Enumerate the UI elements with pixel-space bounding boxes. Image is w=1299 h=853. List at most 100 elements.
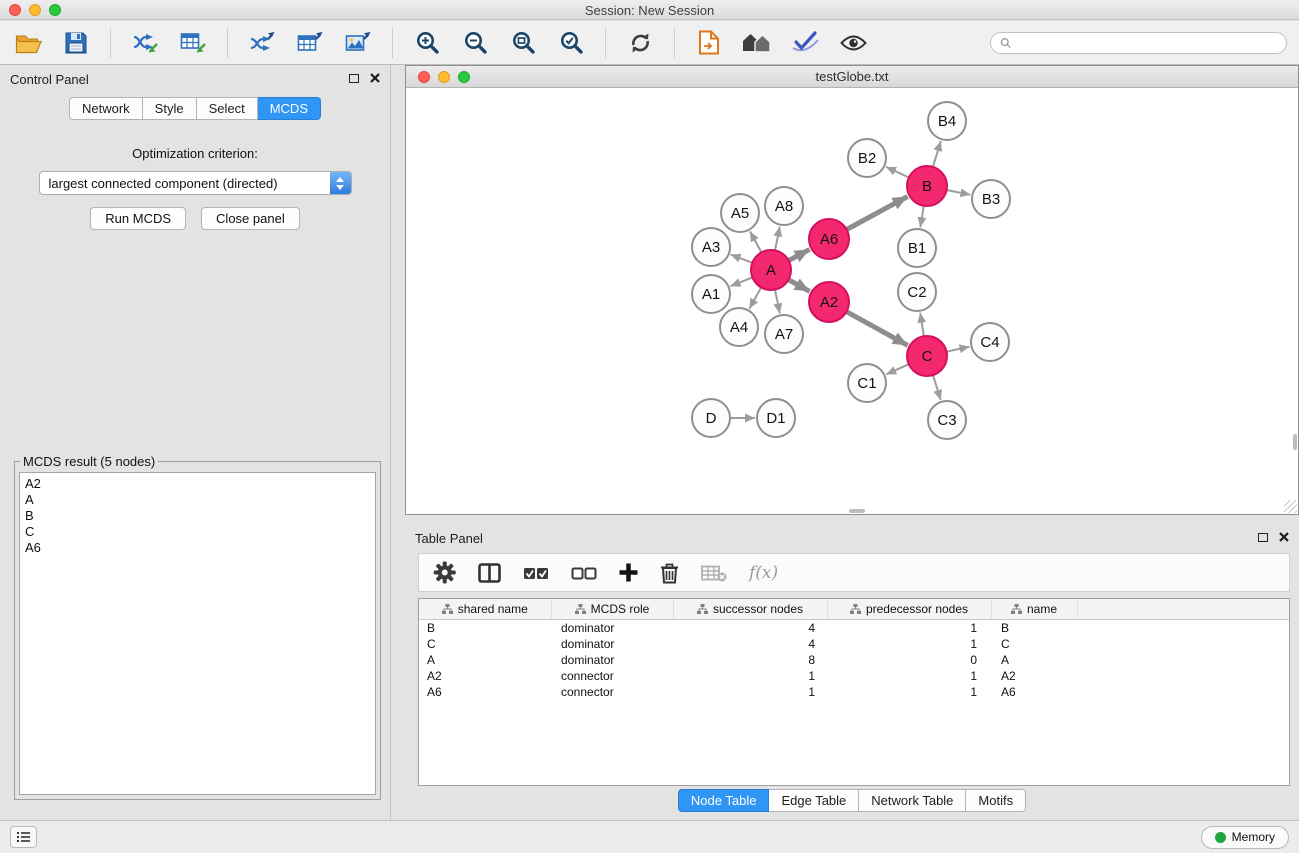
network-resize-handle[interactable] bbox=[1284, 500, 1297, 513]
table-row[interactable]: Bdominator41B bbox=[419, 619, 1289, 636]
tab-node-table[interactable]: Node Table bbox=[678, 789, 770, 812]
column-header-mcds-role[interactable]: MCDS role bbox=[551, 599, 673, 619]
mcds-result-item[interactable]: C bbox=[25, 524, 370, 540]
apply-check-button[interactable] bbox=[789, 26, 821, 60]
table-cell[interactable]: connector bbox=[551, 668, 673, 684]
network-edge-A-A6[interactable] bbox=[789, 249, 810, 260]
tab-motifs[interactable]: Motifs bbox=[966, 789, 1026, 812]
memory-button[interactable]: Memory bbox=[1201, 826, 1289, 849]
export-image-button[interactable] bbox=[342, 26, 374, 60]
mcds-result-item[interactable]: A2 bbox=[25, 476, 370, 492]
table-row[interactable]: A2connector11A2 bbox=[419, 668, 1289, 684]
table-settings-button[interactable] bbox=[433, 561, 456, 584]
column-header-name[interactable]: name bbox=[991, 599, 1077, 619]
tab-network[interactable]: Network bbox=[69, 97, 143, 120]
search-box[interactable] bbox=[990, 32, 1287, 54]
delete-column-button[interactable] bbox=[660, 562, 679, 584]
network-node-A5[interactable]: A5 bbox=[721, 194, 759, 232]
home-button[interactable] bbox=[741, 26, 773, 60]
mcds-result-item[interactable]: A bbox=[25, 492, 370, 508]
select-all-button[interactable] bbox=[523, 565, 549, 581]
import-table-button[interactable] bbox=[177, 26, 209, 60]
table-cell[interactable]: 4 bbox=[673, 636, 827, 652]
network-edge-C-C2[interactable] bbox=[920, 313, 924, 337]
table-row[interactable]: Cdominator41C bbox=[419, 636, 1289, 652]
table-cell[interactable]: 4 bbox=[673, 619, 827, 636]
table-cell[interactable]: dominator bbox=[551, 636, 673, 652]
table-cell[interactable]: 1 bbox=[827, 668, 991, 684]
dropdown-stepper[interactable] bbox=[330, 172, 351, 194]
network-edge-C-C3[interactable] bbox=[933, 375, 941, 400]
close-table-panel-icon[interactable] bbox=[1279, 532, 1289, 542]
table-cell[interactable]: A6 bbox=[991, 684, 1077, 700]
save-session-button[interactable] bbox=[60, 26, 92, 60]
network-node-A2[interactable]: A2 bbox=[809, 282, 849, 322]
table-cell[interactable]: 1 bbox=[827, 684, 991, 700]
network-edge-A6-B[interactable] bbox=[847, 197, 908, 230]
zoom-in-button[interactable] bbox=[411, 26, 443, 60]
add-column-button[interactable] bbox=[619, 563, 638, 582]
table-cell[interactable]: dominator bbox=[551, 652, 673, 668]
mcds-result-item[interactable]: A6 bbox=[25, 540, 370, 556]
table-cell[interactable]: A bbox=[419, 652, 551, 668]
delete-table-button[interactable] bbox=[701, 564, 727, 582]
network-edge-A-A8[interactable] bbox=[775, 227, 780, 251]
float-panel-icon[interactable] bbox=[349, 74, 359, 83]
network-node-D[interactable]: D bbox=[692, 399, 730, 437]
tab-style[interactable]: Style bbox=[143, 97, 197, 120]
network-node-B[interactable]: B bbox=[907, 166, 947, 206]
export-table-button[interactable] bbox=[294, 26, 326, 60]
network-node-A1[interactable]: A1 bbox=[692, 275, 730, 313]
export-network-button[interactable] bbox=[246, 26, 278, 60]
close-panel-button[interactable]: Close panel bbox=[201, 207, 300, 230]
network-edge-A-A2[interactable] bbox=[789, 280, 810, 292]
mcds-result-list[interactable]: A2ABCA6 bbox=[19, 472, 376, 795]
tab-mcds[interactable]: MCDS bbox=[258, 97, 321, 120]
table-cell[interactable]: B bbox=[419, 619, 551, 636]
network-edge-A-A7[interactable] bbox=[775, 290, 780, 314]
table-cell[interactable]: A bbox=[991, 652, 1077, 668]
network-canvas-svg[interactable]: B4B2BB3A5A8A6A3B1AA1C2A2A4A7C4CC1C3DD1 bbox=[406, 89, 1298, 514]
table-cell[interactable]: 1 bbox=[673, 684, 827, 700]
network-node-C3[interactable]: C3 bbox=[928, 401, 966, 439]
network-node-B3[interactable]: B3 bbox=[972, 180, 1010, 218]
network-vertical-scroll-thumb[interactable] bbox=[1293, 434, 1297, 450]
network-edge-B-B4[interactable] bbox=[933, 141, 941, 167]
column-header-shared-name[interactable]: shared name bbox=[419, 599, 551, 619]
search-input[interactable] bbox=[1016, 36, 1277, 50]
table-cell[interactable]: A2 bbox=[991, 668, 1077, 684]
zoom-out-button[interactable] bbox=[459, 26, 491, 60]
network-node-C1[interactable]: C1 bbox=[848, 364, 886, 402]
refresh-view-button[interactable] bbox=[624, 26, 656, 60]
network-edge-A-A1[interactable] bbox=[731, 277, 753, 286]
deselect-all-button[interactable] bbox=[571, 565, 597, 581]
task-history-button[interactable] bbox=[10, 826, 37, 848]
column-header-predecessor-nodes[interactable]: predecessor nodes bbox=[827, 599, 991, 619]
network-node-A4[interactable]: A4 bbox=[720, 308, 758, 346]
network-edge-C-C4[interactable] bbox=[947, 347, 970, 352]
table-cell[interactable]: dominator bbox=[551, 619, 673, 636]
tab-edge-table[interactable]: Edge Table bbox=[769, 789, 859, 812]
column-header-successor-nodes[interactable]: successor nodes bbox=[673, 599, 827, 619]
network-node-A6[interactable]: A6 bbox=[809, 219, 849, 259]
network-edge-B-B1[interactable] bbox=[920, 206, 924, 228]
optimization-criterion-select[interactable]: largest connected component (directed) bbox=[39, 171, 352, 195]
network-edge-A-A4[interactable] bbox=[749, 287, 761, 308]
network-node-A3[interactable]: A3 bbox=[692, 228, 730, 266]
import-network-button[interactable] bbox=[129, 26, 161, 60]
network-edge-A-A5[interactable] bbox=[750, 231, 761, 252]
network-node-A8[interactable]: A8 bbox=[765, 187, 803, 225]
table-cell[interactable]: connector bbox=[551, 684, 673, 700]
network-node-C[interactable]: C bbox=[907, 336, 947, 376]
table-row[interactable]: A6connector11A6 bbox=[419, 684, 1289, 700]
table-row[interactable]: Adominator80A bbox=[419, 652, 1289, 668]
function-builder-button[interactable]: f(x) bbox=[749, 563, 778, 583]
network-node-A7[interactable]: A7 bbox=[765, 315, 803, 353]
run-mcds-button[interactable]: Run MCDS bbox=[90, 207, 186, 230]
tab-network-table[interactable]: Network Table bbox=[859, 789, 966, 812]
network-edge-B-B3[interactable] bbox=[947, 190, 971, 195]
network-edge-A-A3[interactable] bbox=[731, 255, 753, 263]
table-cell[interactable]: 0 bbox=[827, 652, 991, 668]
network-edge-C-C1[interactable] bbox=[886, 364, 909, 374]
table-cell[interactable]: A2 bbox=[419, 668, 551, 684]
